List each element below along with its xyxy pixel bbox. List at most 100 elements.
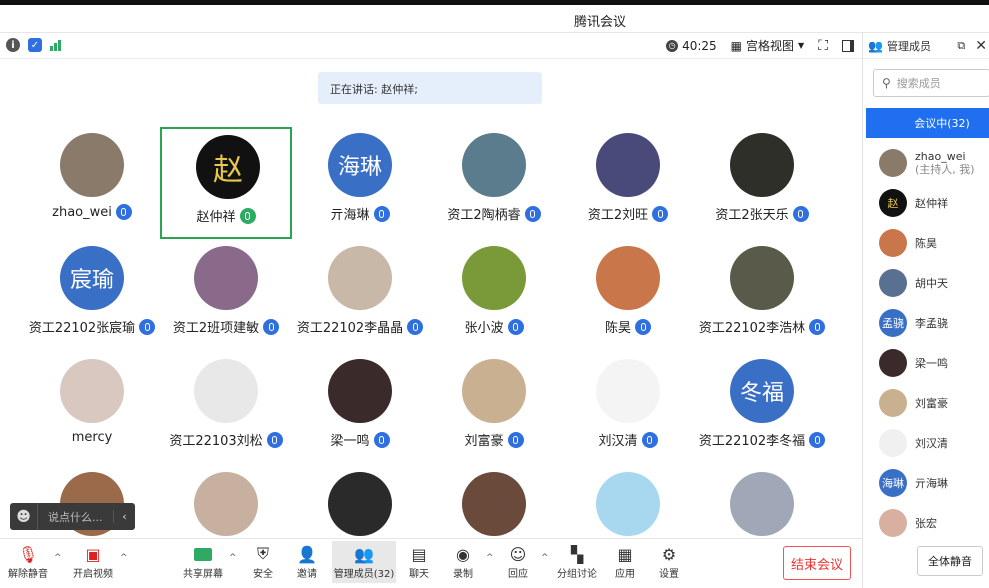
signal-icon[interactable] bbox=[50, 39, 61, 51]
apps-button[interactable]: ▦ 应用 bbox=[600, 543, 650, 581]
video-options-caret-icon[interactable]: ^ bbox=[120, 553, 128, 563]
avatar-label bbox=[462, 246, 526, 310]
member-name: 张宏 bbox=[915, 516, 937, 530]
participant-tile[interactable]: 刘汉清 bbox=[562, 353, 694, 465]
member-name: 刘汉清 bbox=[915, 436, 948, 450]
participant-tile[interactable]: 资工2班项建敏 bbox=[160, 240, 292, 352]
member-avatar: 海琳 bbox=[879, 469, 907, 497]
member-list-item[interactable]: 孟骁 李孟骁 bbox=[863, 303, 989, 343]
reactions-options-caret-icon[interactable]: ^ bbox=[541, 553, 549, 563]
avatar-label bbox=[462, 133, 526, 197]
member-name: zhao_wei bbox=[915, 150, 966, 163]
fullscreen-icon[interactable]: ⛶ bbox=[818, 38, 828, 54]
manage-members-button[interactable]: 👥 管理成员(32) bbox=[332, 541, 396, 583]
manage-members-label: 管理成员(32) bbox=[333, 569, 395, 580]
member-avatar bbox=[879, 429, 907, 457]
mic-icon bbox=[792, 205, 809, 222]
avatar-label bbox=[328, 246, 392, 310]
start-video-button[interactable]: ▣ 开启视频 bbox=[68, 543, 118, 581]
popout-icon[interactable]: ⧉ bbox=[957, 39, 965, 53]
emoji-icon[interactable]: ☻ bbox=[10, 503, 38, 530]
member-list-item[interactable]: 陈昊 bbox=[863, 223, 989, 263]
member-avatar bbox=[879, 149, 907, 177]
breakout-button[interactable]: ▚ 分组讨论 bbox=[552, 543, 602, 581]
member-list-item[interactable]: 胡中天 bbox=[863, 263, 989, 303]
member-list-item[interactable]: 赵赵仲祥 bbox=[863, 183, 989, 223]
participant-avatar: 海琳 bbox=[328, 133, 392, 197]
member-name: 亓海琳 bbox=[915, 476, 948, 490]
chat-input-placeholder[interactable]: 说点什么... bbox=[38, 509, 113, 525]
settings-button[interactable]: ⚙ 设置 bbox=[644, 543, 694, 581]
participant-tile[interactable]: 资工22102李浩林 bbox=[696, 240, 828, 352]
unmute-button[interactable]: 🎙 解除静音 bbox=[3, 543, 53, 581]
member-avatar: 赵 bbox=[879, 189, 907, 217]
chat-button[interactable]: ▤ 聊天 bbox=[394, 543, 444, 581]
participant-tile[interactable]: 资工22102李晶晶 bbox=[294, 240, 426, 352]
participant-tile[interactable]: 宸瑜 资工22102张宸瑜 bbox=[26, 240, 158, 352]
participant-tile[interactable]: zhao_wei bbox=[26, 127, 158, 239]
member-list-item[interactable]: 刘富豪 bbox=[863, 383, 989, 423]
breakout-icon: ▚ bbox=[570, 544, 584, 564]
member-list-item[interactable]: zhao_wei (主持人, 我) bbox=[863, 143, 989, 183]
participant-tile[interactable] bbox=[562, 466, 694, 538]
invite-button[interactable]: 👤 邀请 bbox=[282, 543, 332, 581]
member-search-input[interactable]: ⚲ 搜索成员 bbox=[873, 69, 989, 97]
gear-icon: ⚙ bbox=[661, 544, 677, 564]
participant-tile[interactable]: 冬福 资工22102李冬福 bbox=[696, 353, 828, 465]
participant-tile[interactable]: 赵赵仲祥 bbox=[160, 127, 292, 239]
member-name: 李孟骁 bbox=[915, 316, 948, 330]
record-button[interactable]: ◉ 录制 bbox=[438, 543, 488, 581]
member-list-item[interactable]: 刘汉清 bbox=[863, 423, 989, 463]
participant-tile[interactable]: 资工2刘旺 bbox=[562, 127, 694, 239]
collapse-icon[interactable]: ‹ bbox=[113, 510, 135, 523]
participant-tile[interactable] bbox=[294, 466, 426, 538]
share-screen-button[interactable]: 共享屏幕 bbox=[178, 543, 228, 580]
participant-tile[interactable]: mercy bbox=[26, 353, 158, 465]
chat-icon: ▤ bbox=[411, 544, 427, 564]
mute-all-button[interactable]: 全体静音 bbox=[917, 546, 983, 576]
mic-icon bbox=[635, 318, 651, 335]
close-icon[interactable]: ✕ bbox=[975, 38, 987, 54]
sidebar-toggle-icon[interactable] bbox=[842, 39, 854, 52]
avatar-label bbox=[60, 133, 124, 197]
unmute-label: 解除静音 bbox=[8, 569, 48, 580]
info-icon[interactable]: i bbox=[6, 38, 20, 52]
member-avatar bbox=[879, 269, 907, 297]
participant-avatar bbox=[194, 359, 258, 423]
participant-tile[interactable]: 资工22103刘松 bbox=[160, 353, 292, 465]
member-text: 刘汉清 bbox=[915, 437, 948, 450]
participant-tile[interactable]: 刘富豪 bbox=[428, 353, 560, 465]
participant-avatar bbox=[462, 472, 526, 536]
share-options-caret-icon[interactable]: ^ bbox=[229, 553, 237, 563]
participant-tile[interactable] bbox=[428, 466, 560, 538]
audio-options-caret-icon[interactable]: ^ bbox=[54, 553, 62, 563]
tab-in-meeting[interactable]: 会议中(32) bbox=[866, 108, 989, 138]
video-grid: 正在讲话: 赵仲祥; zhao_wei 赵赵仲祥 海琳 亓海琳 资工2陶柄睿 资工2刘旺资… bbox=[0, 60, 862, 538]
chat-label: 聊天 bbox=[409, 569, 429, 580]
reactions-button[interactable]: ☺ 回应 bbox=[493, 543, 543, 581]
member-list-item[interactable]: 海琳 亓海琳 bbox=[863, 463, 989, 503]
chat-input-box[interactable]: ☻ 说点什么... ‹ bbox=[10, 503, 135, 530]
participant-name: 张小波 bbox=[464, 321, 504, 336]
participant-tile[interactable]: 资工2张天乐 bbox=[696, 127, 828, 239]
participant-tile[interactable]: 资工2陶柄睿 bbox=[428, 127, 560, 239]
member-name: 梁一鸣 bbox=[915, 356, 948, 370]
member-list-item[interactable]: 梁一鸣 bbox=[863, 343, 989, 383]
end-meeting-button[interactable]: 结束会议 bbox=[783, 546, 851, 580]
participant-tile[interactable]: 陈昊 bbox=[562, 240, 694, 352]
participant-tile[interactable] bbox=[696, 466, 828, 538]
apps-icon: ▦ bbox=[617, 544, 633, 564]
participant-tile[interactable] bbox=[160, 466, 292, 538]
shield-icon[interactable]: ✓ bbox=[28, 38, 42, 52]
breakout-label: 分组讨论 bbox=[557, 569, 597, 580]
share-screen-icon bbox=[178, 543, 228, 565]
member-list-item[interactable]: 张宏 bbox=[863, 503, 989, 543]
invite-label: 邀请 bbox=[297, 569, 317, 580]
participant-tile[interactable]: 梁一鸣 bbox=[294, 353, 426, 465]
member-role: (主持人, 我) bbox=[915, 163, 975, 176]
view-switch-button[interactable]: ▦ 宫格视图 ▼ bbox=[731, 37, 805, 54]
participant-tile[interactable]: 张小波 bbox=[428, 240, 560, 352]
participant-tile[interactable]: 海琳 亓海琳 bbox=[294, 127, 426, 239]
security-button[interactable]: ⛨ 安全 bbox=[238, 543, 288, 580]
mic-icon bbox=[507, 431, 524, 448]
